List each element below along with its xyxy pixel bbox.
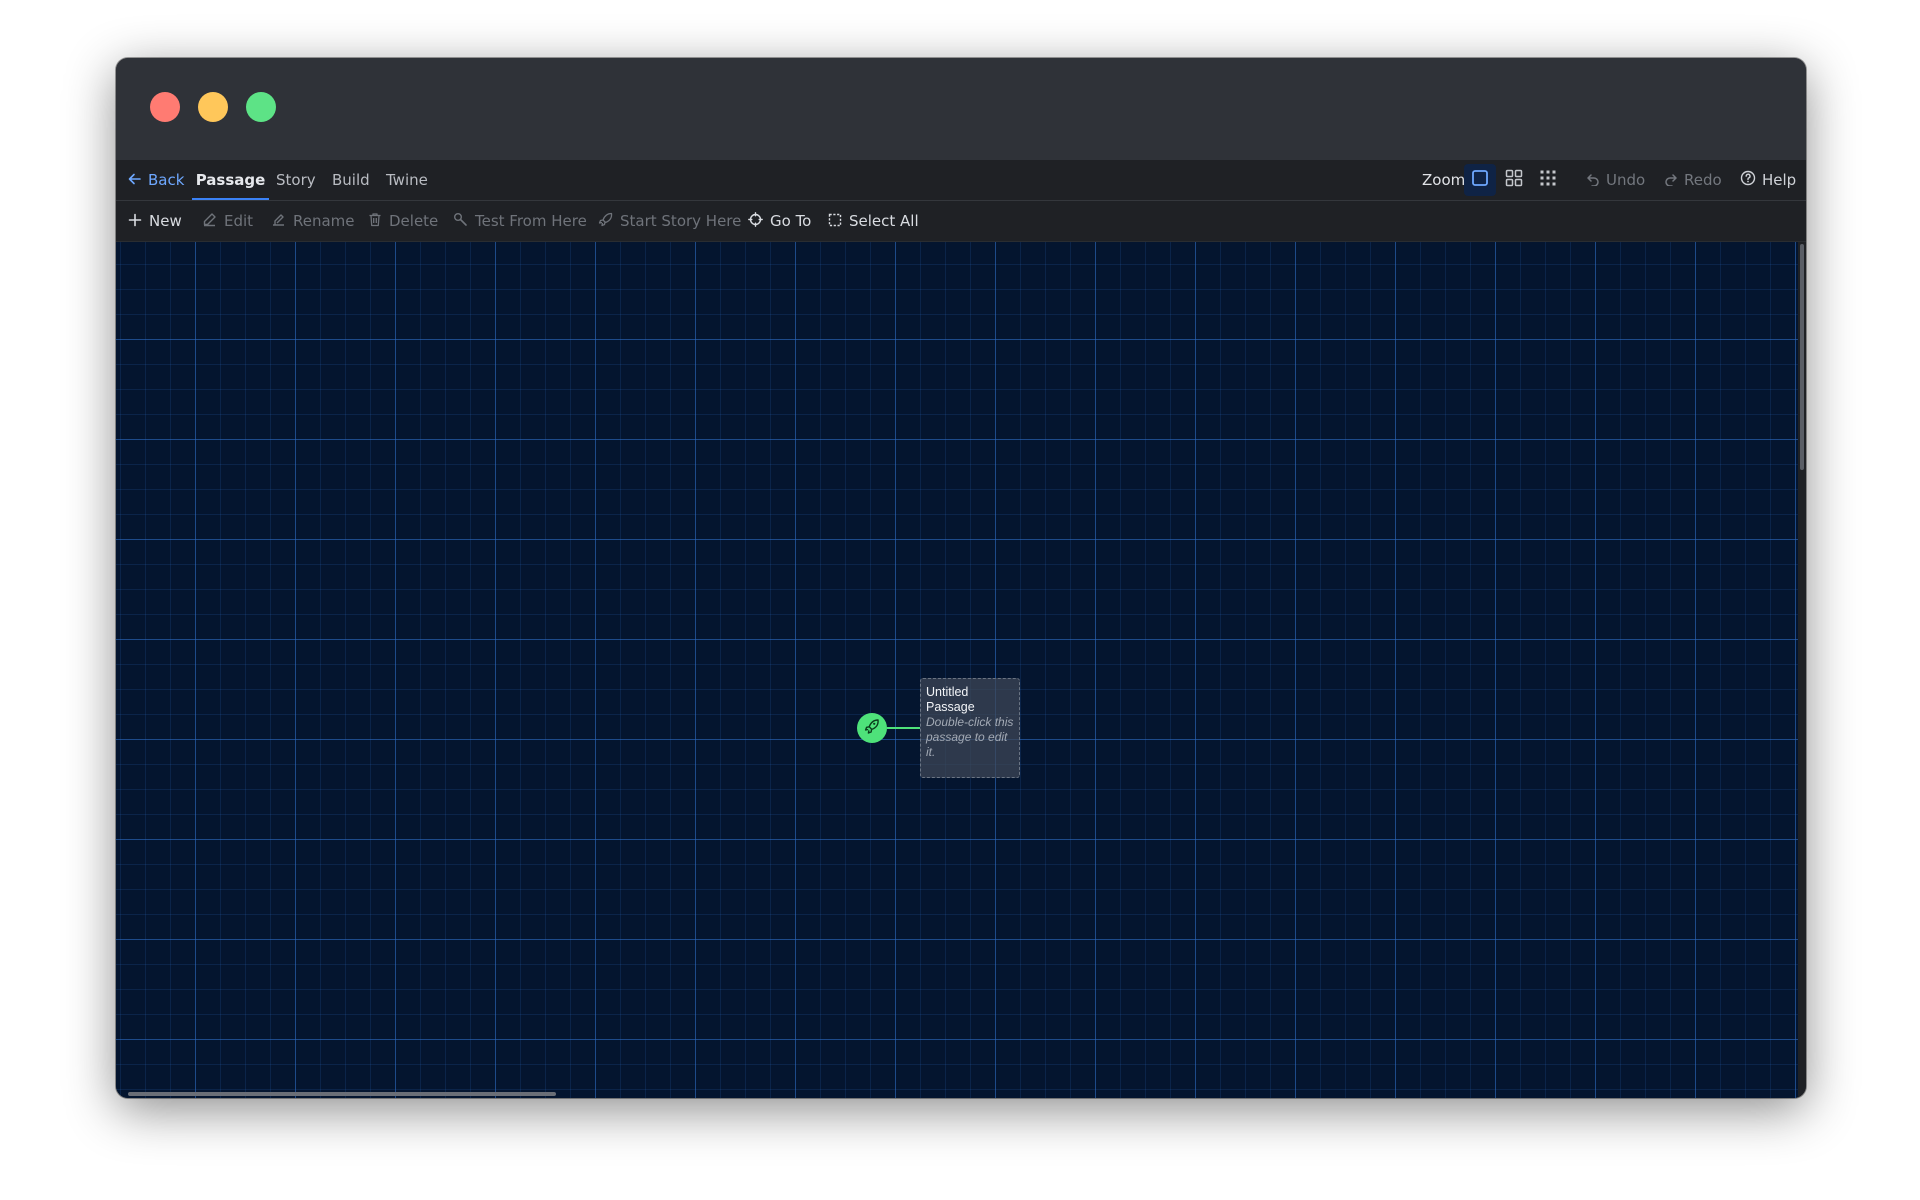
test-from-here-button[interactable]: Test From Here <box>453 201 587 241</box>
help-circle-icon <box>1740 161 1756 201</box>
undo-icon <box>1586 161 1600 201</box>
delete-label: Delete <box>389 212 439 230</box>
undo-button[interactable]: Undo <box>1586 160 1645 200</box>
maximize-window-button[interactable] <box>246 92 276 122</box>
select-all-button[interactable]: Select All <box>828 201 919 241</box>
rename-icon <box>271 202 286 242</box>
four-squares-icon <box>1505 169 1523 191</box>
delete-passage-button[interactable]: Delete <box>368 201 438 241</box>
close-window-button[interactable] <box>150 92 180 122</box>
test-label: Test From Here <box>475 212 587 230</box>
new-passage-button[interactable]: New <box>128 201 182 241</box>
edit-passage-button[interactable]: Edit <box>202 201 253 241</box>
redo-icon <box>1664 161 1678 201</box>
tool-icon <box>453 202 468 242</box>
zoom-100-button[interactable] <box>1464 164 1496 196</box>
story-map-canvas[interactable]: Untitled Passage Double-click this passa… <box>116 242 1798 1098</box>
tab-passage[interactable]: Passage <box>192 160 269 200</box>
vertical-scrollbar[interactable] <box>1798 242 1806 1098</box>
passage-title: Untitled Passage <box>926 685 975 714</box>
zoom-label: Zoom <box>1422 171 1466 189</box>
passage-toolbar: New Edit Rename Delete Test From Here St <box>116 201 1806 242</box>
pencil-icon <box>202 202 217 242</box>
start-story-here-button[interactable]: Start Story Here <box>598 201 741 241</box>
rename-label: Rename <box>293 212 355 230</box>
new-label: New <box>149 212 182 230</box>
back-button[interactable]: Back <box>128 160 184 200</box>
goto-label: Go To <box>770 212 812 230</box>
passage-card[interactable]: Untitled Passage Double-click this passa… <box>920 678 1020 778</box>
rocket-icon <box>864 718 880 738</box>
trash-icon <box>368 202 382 242</box>
arrow-left-icon <box>128 161 142 201</box>
undo-label: Undo <box>1606 171 1646 189</box>
redo-label: Redo <box>1684 171 1722 189</box>
passage-excerpt: Double-click this passage to edit it. <box>926 715 1014 759</box>
edit-label: Edit <box>224 212 254 230</box>
vertical-scrollbar-thumb[interactable] <box>1800 244 1804 470</box>
start-passage-badge <box>857 713 887 743</box>
target-icon <box>748 202 763 242</box>
start-label: Start Story Here <box>620 212 742 230</box>
single-square-icon <box>1471 169 1489 191</box>
minimize-window-button[interactable] <box>198 92 228 122</box>
rename-passage-button[interactable]: Rename <box>271 201 355 241</box>
app-window: Back Passage Story Build Twine Zoom Undo <box>116 58 1806 1098</box>
go-to-button[interactable]: Go To <box>748 201 811 241</box>
tab-story[interactable]: Story <box>276 160 316 200</box>
zoom-60-button[interactable] <box>1498 164 1530 196</box>
marquee-icon <box>828 202 842 242</box>
top-menu-bar: Back Passage Story Build Twine Zoom Undo <box>116 160 1806 201</box>
tab-twine[interactable]: Twine <box>386 160 428 200</box>
plus-icon <box>128 202 142 242</box>
help-button[interactable]: Help <box>1740 160 1796 200</box>
horizontal-scrollbar-thumb[interactable] <box>128 1092 556 1096</box>
selectall-label: Select All <box>849 212 919 230</box>
help-label: Help <box>1762 171 1797 189</box>
redo-button[interactable]: Redo <box>1664 160 1722 200</box>
back-label: Back <box>148 171 185 189</box>
zoom-30-button[interactable] <box>1532 164 1564 196</box>
rocket-icon <box>598 202 613 242</box>
tab-build[interactable]: Build <box>332 160 370 200</box>
nine-dots-icon <box>1539 169 1557 191</box>
start-connector-line <box>887 727 920 729</box>
title-bar[interactable] <box>116 58 1806 160</box>
